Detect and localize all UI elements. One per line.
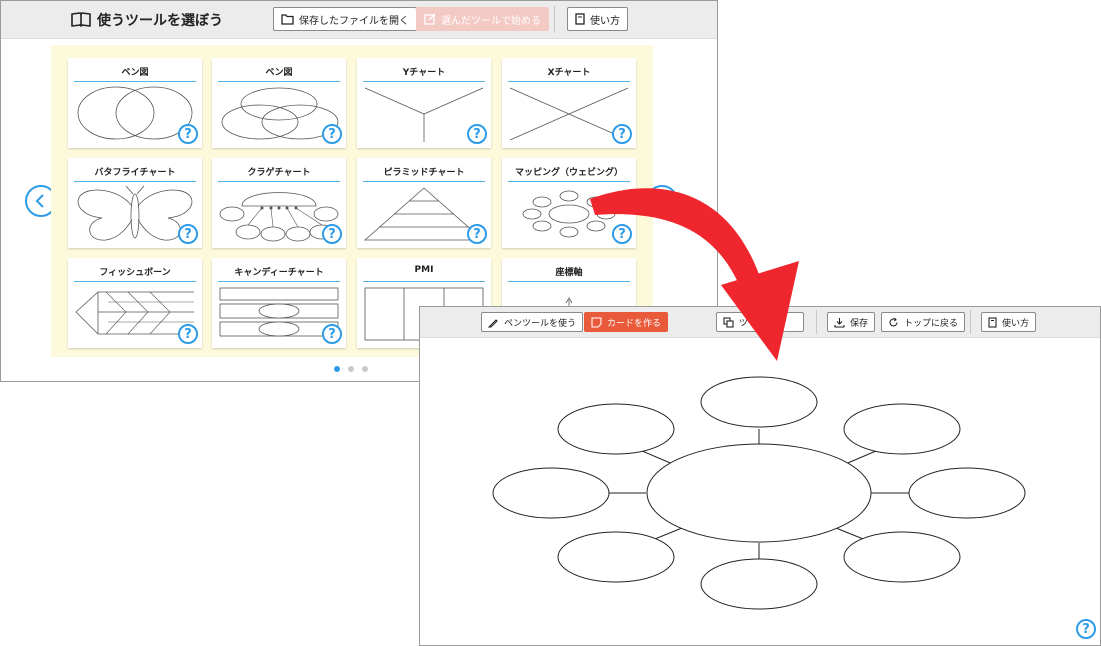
tool-card-venn-3[interactable]: ベン図 ? (212, 58, 346, 148)
card-underline (74, 181, 196, 182)
card-underline (363, 281, 485, 282)
editor-howto-label: 使い方 (1002, 318, 1030, 329)
howto-label: 使い方 (590, 15, 620, 27)
manual-icon (575, 13, 585, 25)
page-indicator (334, 366, 368, 372)
card-title: バタフライチャート (94, 168, 176, 178)
page-title: 使うツールを選ぼう (71, 10, 223, 30)
card-underline (363, 81, 485, 82)
save-label: 保存 (850, 318, 869, 329)
card-title: ベン図 (265, 68, 293, 78)
page-title-text: 使うツールを選ぼう (97, 13, 223, 29)
page-dot-3[interactable] (362, 366, 368, 372)
card-underline (74, 281, 196, 282)
outer-node-bottom[interactable] (700, 558, 818, 610)
pen-tool-button[interactable]: ペンツールを使う (481, 312, 584, 332)
transition-arrow-icon (590, 188, 799, 361)
card-help-icon[interactable]: ? (467, 224, 487, 244)
tool-card-jellyfish[interactable]: クラゲチャート ? (212, 158, 346, 248)
pen-tool-label: ペンツールを使う (504, 318, 577, 329)
card-help-icon[interactable]: ? (322, 324, 342, 344)
tool-card-candy[interactable]: キャンディーチャート ? (212, 258, 346, 348)
card-title: フィッシュボーン (99, 268, 171, 278)
outer-node-top-left[interactable] (557, 403, 675, 455)
refresh-icon (889, 317, 898, 326)
card-title: Xチャート (547, 68, 591, 78)
outer-node-bottom-left[interactable] (557, 531, 675, 583)
outer-node-top-right[interactable] (843, 403, 961, 455)
tool-card-fishbone[interactable]: フィッシュボーン ? (68, 258, 202, 348)
toolbar-divider (970, 310, 971, 334)
back-to-top-button[interactable]: トップに戻る (881, 312, 966, 332)
howto-button[interactable]: 使い方 (567, 7, 628, 31)
card-title: ベン図 (121, 68, 149, 78)
save-button[interactable]: 保存 (827, 312, 876, 332)
card-underline (218, 81, 340, 82)
card-underline (218, 281, 340, 282)
mapping-canvas[interactable] (420, 338, 1100, 645)
card-underline (218, 181, 340, 182)
start-tool-button[interactable]: 選んだツールで始める (416, 7, 549, 31)
open-file-button[interactable]: 保存したファイルを開く (273, 7, 417, 31)
card-title: Yチャート (402, 68, 446, 78)
card-help-icon[interactable]: ? (322, 124, 342, 144)
card-help-icon[interactable]: ? (178, 324, 198, 344)
card-underline (508, 81, 630, 82)
card-title: PMI (414, 265, 434, 275)
card-help-icon[interactable]: ? (178, 224, 198, 244)
folder-icon (281, 13, 294, 25)
card-help-icon[interactable]: ? (178, 124, 198, 144)
tool-card-x-chart[interactable]: Xチャート ? (502, 58, 636, 148)
page-dot-1[interactable] (334, 366, 340, 372)
picker-toolbar: 使うツールを選ぼう 保存したファイルを開く 選んだツールで始める 使い方 (1, 1, 717, 39)
manual-icon (988, 316, 997, 328)
outer-node-top[interactable] (700, 376, 818, 428)
outer-node-bottom-right[interactable] (843, 531, 961, 583)
card-title: ピラミッドチャート (383, 168, 465, 178)
edit-icon (424, 13, 436, 25)
outer-node-right[interactable] (908, 467, 1026, 519)
card-underline (74, 81, 196, 82)
page-dot-2[interactable] (348, 366, 354, 372)
editor-howto-button[interactable]: 使い方 (981, 312, 1037, 332)
center-node[interactable] (646, 443, 872, 543)
start-tool-label: 選んだツールで始める (441, 15, 541, 27)
card-help-icon[interactable]: ? (467, 124, 487, 144)
card-title: キャンディーチャート (234, 268, 324, 278)
open-file-label: 保存したファイルを開く (299, 15, 409, 27)
card-underline (363, 181, 485, 182)
tool-card-venn-2[interactable]: ベン図 ? (68, 58, 202, 148)
card-help-icon[interactable]: ? (612, 124, 632, 144)
download-icon (834, 317, 845, 328)
outer-node-left[interactable] (492, 467, 610, 519)
toolbar-divider (554, 6, 555, 33)
editor-help-icon[interactable]: ? (1076, 619, 1096, 639)
tool-card-pyramid[interactable]: ピラミッドチャート ? (357, 158, 491, 248)
card-help-icon[interactable]: ? (322, 224, 342, 244)
pencil-icon (488, 318, 498, 328)
book-icon (71, 12, 91, 27)
tool-card-y-chart[interactable]: Yチャート ? (357, 58, 491, 148)
back-to-top-label: トップに戻る (904, 318, 959, 329)
card-title: クラゲチャート (247, 168, 311, 178)
tool-card-butterfly[interactable]: バタフライチャート ? (68, 158, 202, 248)
